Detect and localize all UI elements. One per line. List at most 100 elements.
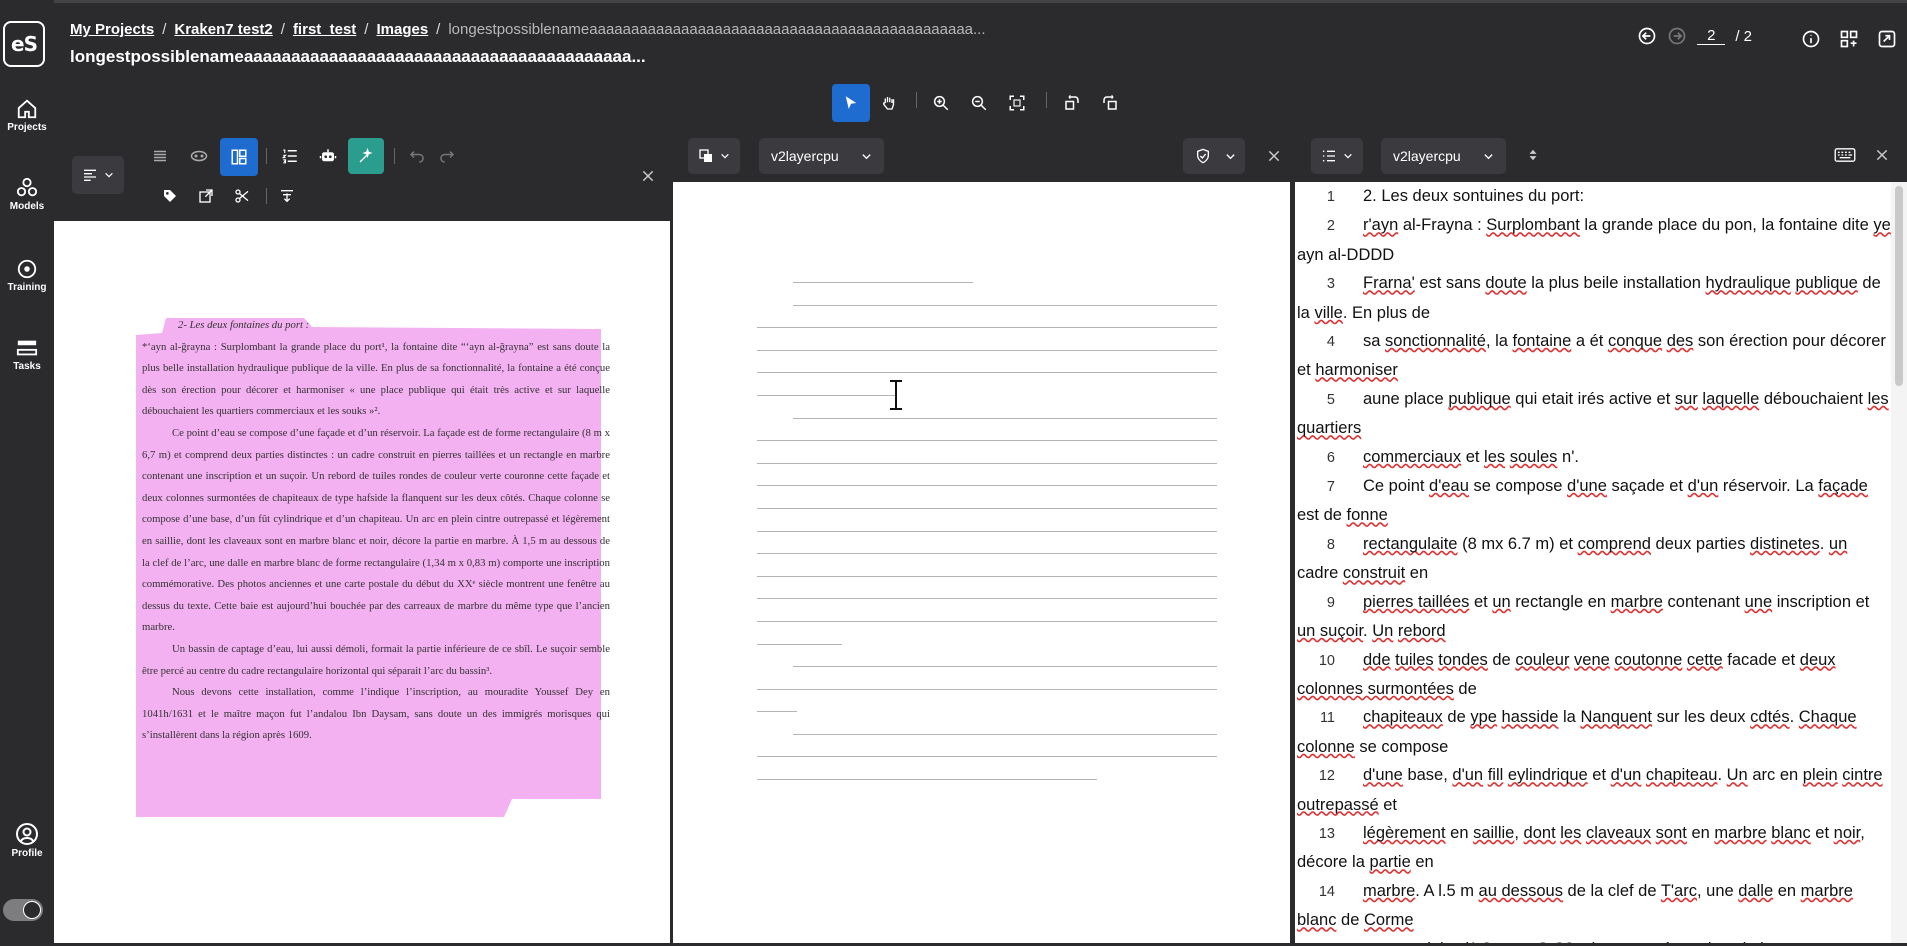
tag-button[interactable] bbox=[155, 181, 185, 211]
transcription-model-select[interactable]: v2layercpu bbox=[1381, 138, 1506, 174]
scissors-icon bbox=[235, 189, 249, 203]
external-box-icon bbox=[199, 189, 213, 203]
fit-to-screen-button[interactable] bbox=[998, 84, 1036, 122]
ocr-view-dropdown[interactable] bbox=[688, 138, 740, 174]
line-text: débouchaient bbox=[1759, 389, 1868, 408]
transcription-line[interactable]: 12 d'une base, d'un fill eylindrique et d… bbox=[1295, 761, 1891, 819]
line-text: cadre bbox=[1297, 564, 1343, 583]
misspelled-word: partie bbox=[1369, 853, 1411, 872]
line-text: saçade et bbox=[1606, 477, 1688, 496]
sort-button[interactable] bbox=[1520, 142, 1546, 168]
info-icon[interactable] bbox=[1801, 29, 1821, 49]
transcription-line[interactable]: 9 pierres taillées et un rectangle en mar… bbox=[1295, 588, 1891, 646]
misspelled-word: blanc bbox=[1297, 911, 1337, 930]
pan-tool-button[interactable] bbox=[870, 84, 908, 122]
share-icon[interactable] bbox=[1877, 29, 1897, 49]
transcription-line[interactable]: 14 marbre. A l.5 m au dessous de la clef … bbox=[1295, 877, 1891, 935]
layout-icon[interactable] bbox=[1839, 29, 1859, 49]
ocr-line bbox=[757, 485, 1217, 487]
close-right-panel-button[interactable] bbox=[1871, 144, 1893, 166]
zoom-out-button[interactable] bbox=[960, 84, 998, 122]
sidebar-item-tasks[interactable]: Tasks bbox=[0, 337, 54, 372]
line-text: réservoir. La bbox=[1718, 477, 1819, 496]
breadcrumb-link[interactable]: first_test bbox=[293, 21, 356, 38]
transcription-line[interactable]: 15rectangulaire (1.3a m x O.S3 m) compor… bbox=[1295, 935, 1891, 943]
link-region-button[interactable] bbox=[191, 181, 221, 211]
breadcrumb-link[interactable]: Images bbox=[376, 21, 428, 38]
rotate-left-button[interactable] bbox=[1053, 84, 1091, 122]
keyboard-button[interactable] bbox=[1830, 142, 1860, 168]
misspelled-word: sont bbox=[1655, 823, 1687, 842]
breadcrumb-separator: / bbox=[364, 21, 369, 38]
select-tool-button[interactable] bbox=[832, 84, 870, 122]
undo-button[interactable] bbox=[402, 138, 432, 174]
panel-view-dropdown[interactable] bbox=[72, 156, 124, 194]
ocr-preview-canvas[interactable] bbox=[673, 182, 1290, 943]
misspelled-word: d'un bbox=[1452, 766, 1484, 785]
line-view-dropdown[interactable] bbox=[1311, 138, 1363, 174]
breadcrumb-link[interactable]: Kraken7 test2 bbox=[174, 21, 272, 38]
validation-dropdown[interactable] bbox=[1183, 138, 1245, 174]
transcription-editor[interactable]: 1 2. Les deux sontuines du port: 2 r'ayn al… bbox=[1295, 182, 1891, 943]
masks-button[interactable] bbox=[181, 138, 217, 174]
divider bbox=[1046, 92, 1047, 108]
misspelled-word: une bbox=[1744, 592, 1773, 611]
scrollbar-thumb[interactable] bbox=[1895, 186, 1903, 386]
sidebar-item-profile[interactable]: Profile bbox=[0, 822, 54, 859]
segmentation-canvas[interactable]: 2- Les deux fontaines du port : *‘ayn al… bbox=[54, 221, 670, 943]
rotate-right-button[interactable] bbox=[1091, 84, 1129, 122]
misspelled-word: noir bbox=[1833, 823, 1861, 842]
close-left-panel-button[interactable] bbox=[636, 164, 660, 188]
next-page-icon[interactable] bbox=[1667, 26, 1687, 46]
auto-segment-button[interactable] bbox=[310, 138, 346, 174]
transcription-line[interactable]: 10 dde tuiles tondes de couleur vene cout… bbox=[1295, 646, 1891, 704]
line-text: 2. Les deux sontuines du port: bbox=[1363, 187, 1585, 205]
text-lines-button[interactable] bbox=[142, 138, 178, 174]
misspelled-word: façade bbox=[1818, 477, 1868, 496]
ocr-line bbox=[757, 349, 1217, 351]
redo-button[interactable] bbox=[432, 138, 462, 174]
close-mid-panel-button[interactable] bbox=[1262, 144, 1286, 168]
regions-button[interactable] bbox=[220, 138, 258, 176]
pointer-icon bbox=[845, 96, 857, 109]
reading-order-button[interactable] bbox=[272, 138, 308, 174]
line-number: 12 bbox=[1318, 768, 1335, 785]
zoom-out-icon bbox=[971, 95, 987, 111]
misspelled-word: ype bbox=[1470, 708, 1497, 727]
breadcrumb-link[interactable]: My Projects bbox=[70, 21, 154, 38]
scan-text: 2- Les deux fontaines du port : *‘ayn al… bbox=[136, 315, 620, 747]
transcription-line[interactable]: 1 2. Les deux sontuines du port: bbox=[1295, 182, 1891, 211]
previous-page-icon[interactable] bbox=[1637, 26, 1657, 46]
theme-toggle[interactable] bbox=[3, 899, 43, 921]
sidebar-item-projects[interactable]: Projects bbox=[0, 98, 54, 133]
merge-down-button[interactable] bbox=[272, 181, 302, 211]
ocr-line bbox=[757, 440, 1217, 442]
line-text: la grande place du pon, la fontaine dite bbox=[1579, 216, 1874, 235]
page-number-input[interactable]: 2 bbox=[1697, 27, 1726, 45]
transcription-line[interactable]: 6 commerciaux et les soules n'. bbox=[1295, 443, 1891, 472]
chevron-down-icon bbox=[105, 172, 113, 178]
transcription-line[interactable]: 13 légèrement en saillie, dont les clavea… bbox=[1295, 819, 1891, 877]
transcription-line[interactable]: 3 Frarna' est sans doute la plus beile in… bbox=[1295, 269, 1891, 327]
magic-wand-button[interactable] bbox=[348, 138, 384, 174]
sidebar-item-training[interactable]: Training bbox=[0, 258, 54, 293]
align-left-icon bbox=[84, 169, 96, 181]
ocr-line bbox=[757, 598, 1217, 600]
transcription-line[interactable]: 7 Ce point d'eau se compose d'une saçade … bbox=[1295, 472, 1891, 530]
transcription-line[interactable]: 11 chapiteaux de ype hasside la Nanquent … bbox=[1295, 703, 1891, 761]
transcription-line[interactable]: 8 rectangulaite (8 mx 6.7 m) et comprend … bbox=[1295, 530, 1891, 588]
cut-button[interactable] bbox=[227, 181, 257, 211]
line-text: (1.3a m x O.S3 m) bbox=[1458, 940, 1602, 943]
sidebar-item-models[interactable]: Models bbox=[0, 177, 54, 212]
misspelled-word: d'un bbox=[1610, 766, 1642, 785]
zoom-in-button[interactable] bbox=[922, 84, 960, 122]
transcription-scrollbar[interactable] bbox=[1891, 182, 1907, 943]
ocr-model-select[interactable]: v2layercpu bbox=[759, 138, 884, 174]
misspelled-word: les bbox=[1560, 823, 1582, 842]
misspelled-word: d'eau bbox=[1429, 477, 1469, 496]
misspelled-word: ye bbox=[1873, 216, 1891, 235]
transcription-line[interactable]: 5 aune place publique qui etait irés acti… bbox=[1295, 385, 1891, 443]
transcription-line[interactable]: 2 r'ayn al-Frayna : Surplombant la grande… bbox=[1295, 211, 1891, 269]
app-logo[interactable]: eS bbox=[3, 21, 45, 67]
transcription-line[interactable]: 4 sa sonctionnalité, la fontaine a ét con… bbox=[1295, 327, 1891, 385]
